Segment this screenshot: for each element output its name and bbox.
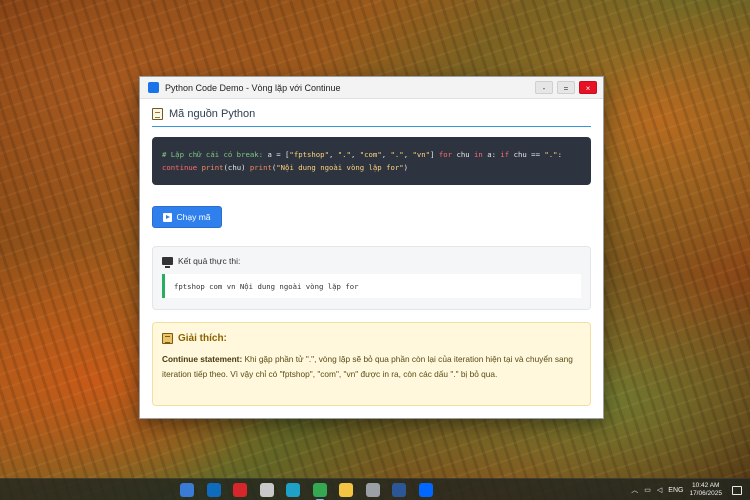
clock[interactable]: 10:42 AM 17/06/2025	[689, 482, 722, 498]
clock-time: 10:42 AM	[691, 482, 720, 489]
monitor-icon	[162, 257, 173, 268]
code-token: in	[474, 150, 483, 159]
output-panel: Kết quả thực thi: fptshop com vn Nội dun…	[152, 246, 591, 310]
code-token: print	[201, 163, 224, 172]
window-controls: - = ×	[535, 81, 597, 94]
zalo-icon[interactable]	[418, 483, 433, 497]
code-token: a:	[482, 150, 501, 159]
code-token: continue	[162, 163, 198, 172]
code-token: )	[403, 163, 409, 172]
code-token: chu	[452, 150, 475, 159]
code-token: (chu)	[223, 163, 250, 172]
language-indicator[interactable]: ENG	[668, 487, 683, 494]
code-token: :	[557, 150, 562, 159]
maximize-button[interactable]: =	[557, 81, 575, 94]
outlook-icon[interactable]	[206, 483, 221, 497]
acrobat-icon[interactable]	[233, 483, 247, 497]
calculator-icon[interactable]	[180, 483, 194, 497]
speaker-icon[interactable]: ◁	[657, 486, 662, 494]
code-token: for	[438, 150, 453, 159]
code-token: "com"	[359, 150, 382, 159]
word-icon[interactable]	[392, 483, 406, 497]
clock-date: 17/06/2025	[689, 490, 722, 497]
minimize-button[interactable]: -	[535, 81, 553, 94]
code-token: "vn"	[412, 150, 431, 159]
code-token: "."	[544, 150, 558, 159]
taskbar: ︿ ▭ ◁ ENG 10:42 AM 17/06/2025	[0, 478, 750, 500]
notification-icon[interactable]	[732, 485, 742, 495]
code-token: "."	[390, 150, 404, 159]
explanation-panel: Giải thích: Continue statement: Khi gặp …	[152, 322, 591, 406]
code-token: "."	[337, 150, 351, 159]
code-token: ]	[430, 150, 439, 159]
close-button[interactable]: ×	[579, 81, 597, 94]
app-window: Python Code Demo - Vòng lặp với Continue…	[139, 76, 604, 419]
window-titlebar[interactable]: Python Code Demo - Vòng lặp với Continue…	[140, 77, 603, 99]
window-content: Mã nguồn Python # Lặp chữ cái có break: …	[140, 99, 603, 406]
explanation-term: Continue statement:	[162, 354, 243, 364]
code-section-title: Mã nguồn Python	[169, 108, 256, 120]
network-icon[interactable]: ▭	[644, 486, 651, 494]
app-window-icon	[148, 82, 159, 93]
explanation-title: Giải thích:	[178, 333, 227, 344]
code-token: "fptshop"	[289, 150, 329, 159]
code-block: # Lặp chữ cái có break: a = ["fptshop", …	[152, 137, 591, 185]
output-title: Kết quả thực thi:	[178, 256, 241, 266]
memo-icon	[152, 108, 163, 120]
settings-sliders-icon[interactable]	[259, 483, 274, 497]
output-result: fptshop com vn Nội dung ngoài vòng lặp f…	[162, 274, 581, 298]
code-token: print	[249, 163, 272, 172]
code-token: "Nội dung ngoài vòng lặp for"	[276, 163, 404, 172]
play-icon	[163, 212, 173, 222]
window-title: Python Code Demo - Vòng lặp với Continue	[165, 82, 341, 93]
code-token: # Lặp chữ cái có break:	[162, 150, 268, 159]
edge-icon[interactable]	[286, 483, 300, 497]
code-token: chu	[509, 150, 532, 159]
code-token: ,	[350, 150, 360, 159]
ledger-icon	[162, 333, 173, 344]
explanation-header: Giải thích:	[162, 333, 581, 344]
code-token: ,	[328, 150, 338, 159]
output-header: Kết quả thực thi:	[162, 256, 581, 268]
app-icon[interactable]	[365, 483, 380, 497]
system-tray: ︿ ▭ ◁ ENG 10:42 AM 17/06/2025	[631, 479, 750, 500]
code-token: if	[500, 150, 510, 159]
file-explorer-icon[interactable]	[339, 483, 353, 497]
explanation-text: Continue statement: Khi gặp phần tử ".",…	[162, 352, 581, 382]
chevron-up-icon[interactable]: ︿	[631, 485, 638, 495]
code-token: ==	[531, 150, 540, 159]
code-token: ,	[381, 150, 391, 159]
run-code-button[interactable]: Chạy mã	[152, 206, 222, 228]
run-code-label: Chạy mã	[176, 212, 211, 222]
code-section-header: Mã nguồn Python	[152, 108, 591, 127]
code-token: = [	[271, 150, 290, 159]
chrome-icon[interactable]	[312, 483, 327, 500]
code-token: ,	[403, 150, 413, 159]
